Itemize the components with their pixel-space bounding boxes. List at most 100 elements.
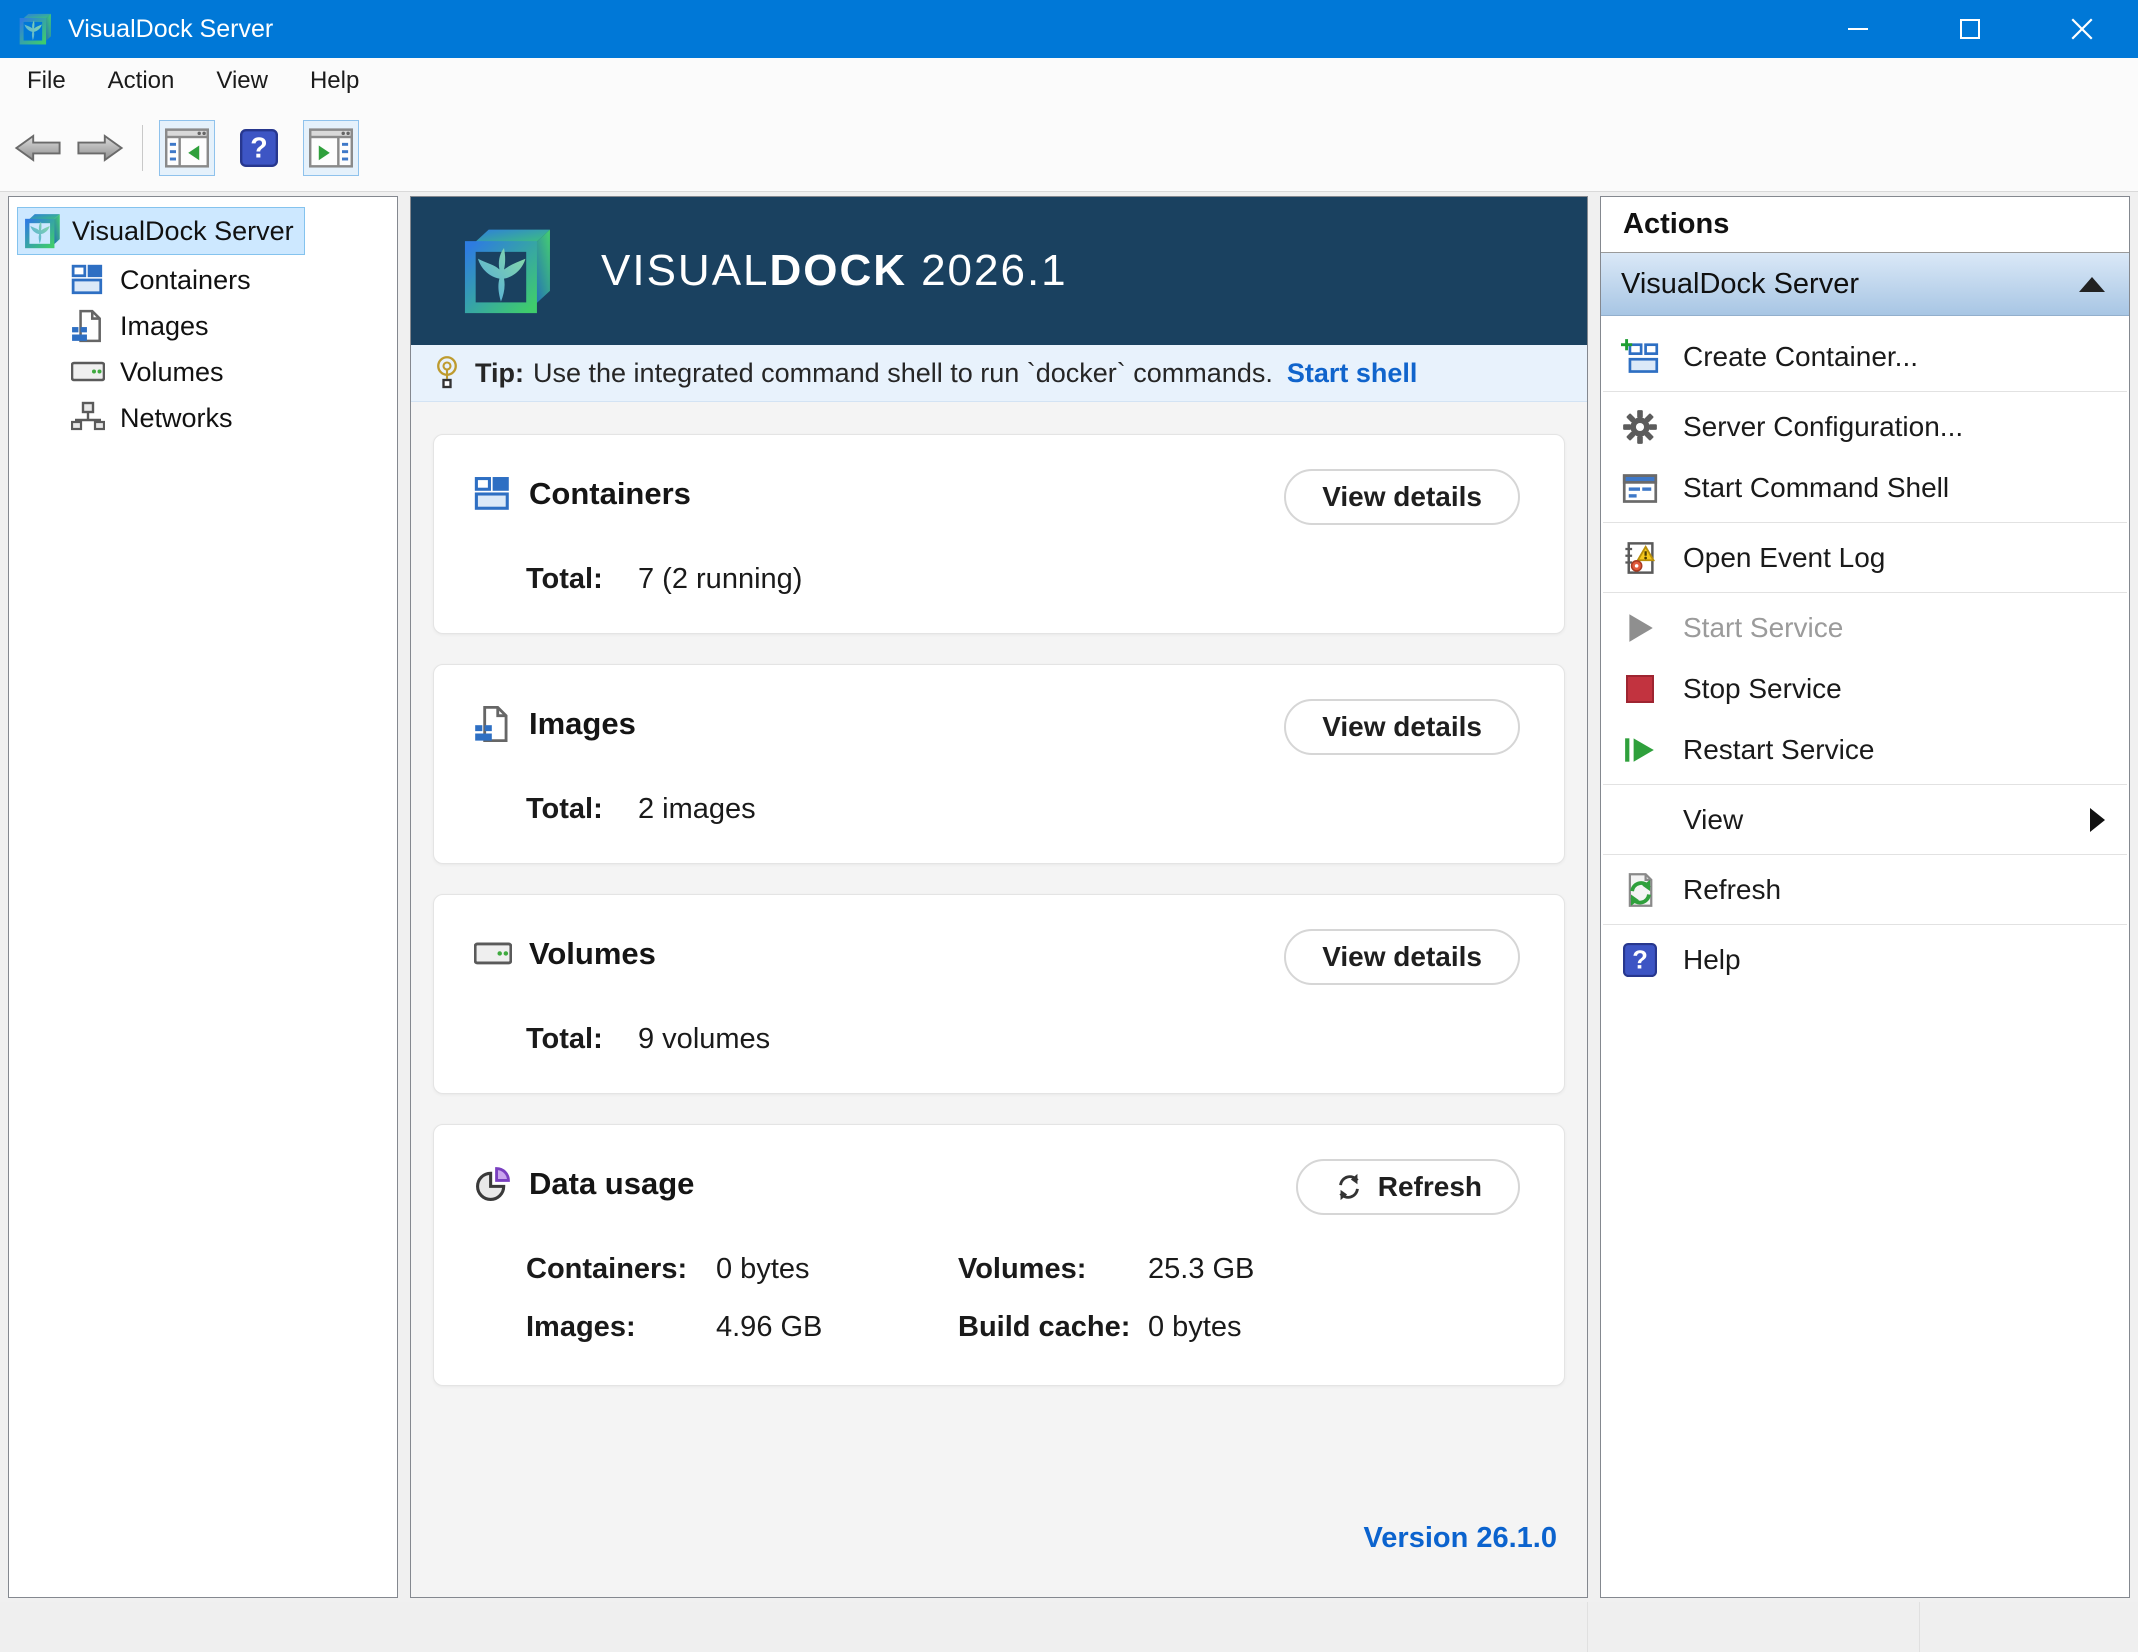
stat-label: Containers:	[526, 1253, 716, 1286]
forward-arrow-icon	[76, 132, 124, 164]
status-divider	[1919, 1602, 1920, 1652]
containers-card: Containers View details Total: 7 (2 runn…	[433, 434, 1565, 634]
collapse-icon	[2079, 277, 2105, 292]
action-label: View	[1683, 804, 1743, 836]
show-console-tree-button[interactable]	[159, 120, 215, 176]
tree-item-containers[interactable]: Containers	[9, 257, 397, 303]
stat-label: Build cache:	[958, 1311, 1148, 1344]
tree-item-visualdock-server[interactable]: VisualDock Server	[17, 207, 305, 255]
refresh-page-icon	[1621, 871, 1659, 909]
menu-view[interactable]: View	[195, 67, 289, 95]
refresh-icon	[1334, 1172, 1364, 1202]
app-logo-icon	[16, 11, 52, 47]
tip-label: Tip:	[475, 358, 524, 389]
card-title: Volumes	[529, 936, 656, 972]
actions-title: Actions	[1601, 197, 2129, 253]
actions-group-header[interactable]: VisualDock Server	[1601, 253, 2129, 316]
action-label: Create Container...	[1683, 341, 1918, 373]
action-open-event-log[interactable]: Open Event Log	[1601, 527, 2129, 588]
action-label: Help	[1683, 944, 1741, 976]
stat-label: Volumes:	[958, 1253, 1148, 1286]
total-value: 7 (2 running)	[638, 563, 802, 596]
menu-help[interactable]: Help	[289, 67, 380, 95]
volumes-icon	[474, 935, 512, 973]
images-view-details-button[interactable]: View details	[1284, 699, 1520, 755]
forward-button[interactable]	[76, 131, 124, 165]
menu-file[interactable]: File	[6, 67, 87, 95]
action-server-configuration[interactable]: Server Configuration...	[1601, 396, 2129, 457]
actions-divider	[1603, 592, 2127, 593]
back-arrow-icon	[14, 132, 62, 164]
total-label: Total:	[526, 1023, 638, 1056]
actions-panel: Actions VisualDock Server Create Contain…	[1600, 196, 2130, 1598]
command-shell-icon	[1621, 469, 1659, 507]
action-start-service: Start Service	[1601, 597, 2129, 658]
minimize-button[interactable]	[1802, 0, 1914, 58]
window-title: VisualDock Server	[68, 15, 273, 44]
action-view[interactable]: View	[1601, 789, 2129, 850]
restart-icon	[1621, 731, 1659, 769]
show-action-pane-button[interactable]	[303, 120, 359, 176]
action-label: Start Service	[1683, 612, 1843, 644]
actions-list: Create Container...	[1601, 316, 2129, 990]
action-refresh[interactable]: Refresh	[1601, 859, 2129, 920]
tree-item-images[interactable]: Images	[9, 303, 397, 349]
action-pane-icon	[309, 128, 353, 168]
total-label: Total:	[526, 563, 638, 596]
start-shell-link[interactable]: Start shell	[1287, 358, 1418, 389]
containers-icon	[474, 475, 512, 513]
action-label: Server Configuration...	[1683, 411, 1963, 443]
status-divider	[1587, 1602, 1588, 1652]
cards-area: Containers View details Total: 7 (2 runn…	[411, 402, 1587, 1386]
minimize-icon	[1846, 17, 1870, 41]
tree-item-networks[interactable]: Networks	[9, 395, 397, 441]
actions-divider	[1603, 924, 2127, 925]
actions-divider	[1603, 854, 2127, 855]
close-button[interactable]	[2026, 0, 2138, 58]
brand-suffix: DOCK	[770, 246, 908, 295]
lightbulb-icon	[433, 353, 461, 393]
maximize-button[interactable]	[1914, 0, 2026, 58]
stat-value: 0 bytes	[1148, 1311, 1242, 1344]
visualdock-logo-icon	[21, 211, 61, 251]
action-help[interactable]: Help	[1601, 929, 2129, 990]
data-usage-card: Data usage Refresh Containers: 0 bytes	[433, 1124, 1565, 1386]
card-title: Images	[529, 706, 636, 742]
action-stop-service[interactable]: Stop Service	[1601, 658, 2129, 719]
toolbar-separator	[142, 125, 143, 171]
brand-version: 2026.1	[921, 246, 1068, 295]
toolbar	[0, 104, 2138, 192]
refresh-label: Refresh	[1378, 1171, 1482, 1203]
action-restart-service[interactable]: Restart Service	[1601, 719, 2129, 780]
play-icon	[1621, 609, 1659, 647]
containers-view-details-button[interactable]: View details	[1284, 469, 1520, 525]
tree-item-label: Containers	[120, 265, 251, 296]
help-icon	[240, 129, 278, 167]
pie-chart-icon	[474, 1165, 512, 1203]
back-button[interactable]	[14, 131, 62, 165]
stat-value: 0 bytes	[716, 1253, 810, 1286]
images-card: Images View details Total: 2 images	[433, 664, 1565, 864]
toolbar-help-button[interactable]	[231, 120, 287, 176]
console-tree-icon	[165, 128, 209, 168]
submenu-arrow-icon	[2090, 808, 2105, 832]
help-icon	[1621, 941, 1659, 979]
maximize-icon	[1958, 17, 1982, 41]
volumes-view-details-button[interactable]: View details	[1284, 929, 1520, 985]
action-create-container[interactable]: Create Container...	[1601, 326, 2129, 387]
window-controls	[1802, 0, 2138, 58]
data-usage-refresh-button[interactable]: Refresh	[1296, 1159, 1520, 1215]
menu-action[interactable]: Action	[87, 67, 196, 95]
action-start-command-shell[interactable]: Start Command Shell	[1601, 457, 2129, 518]
tree-item-volumes[interactable]: Volumes	[9, 349, 397, 395]
tip-text: Use the integrated command shell to run …	[533, 358, 1273, 389]
actions-divider	[1603, 522, 2127, 523]
action-label: Open Event Log	[1683, 542, 1885, 574]
total-value: 9 volumes	[638, 1023, 770, 1056]
console-tree-panel: VisualDock Server Containers Images Volu…	[8, 196, 398, 1598]
images-icon	[71, 309, 105, 343]
visualdock-logo-icon	[455, 222, 553, 320]
brand-prefix: VISUAL	[601, 246, 770, 295]
action-label: Refresh	[1683, 874, 1781, 906]
action-label: Stop Service	[1683, 673, 1842, 705]
